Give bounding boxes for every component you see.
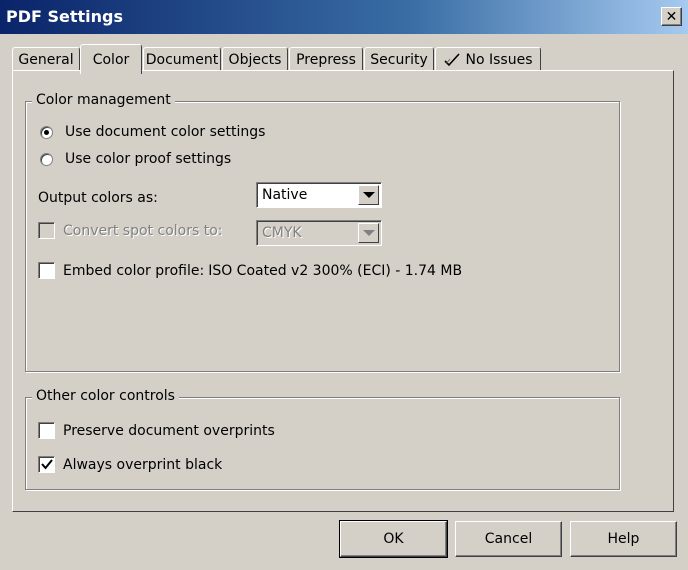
output-colors-select[interactable]: Native (256, 182, 382, 208)
color-management-group: Color management Use document color sett… (25, 92, 620, 372)
embed-color-profile-checkbox[interactable]: Embed color profile: ISO Coated v2 300% … (38, 262, 462, 279)
help-button[interactable]: Help (570, 521, 677, 557)
chevron-down-icon[interactable] (358, 185, 379, 205)
chevron-down-icon[interactable] (358, 223, 379, 243)
tab-security[interactable]: Security (364, 47, 434, 71)
radio-use-color-proof[interactable]: Use color proof settings (40, 151, 231, 167)
cancel-button[interactable]: Cancel (455, 521, 562, 557)
checkbox-indicator[interactable] (38, 456, 55, 473)
tab-document[interactable]: Document (143, 47, 221, 71)
tab-prepress[interactable]: Prepress (289, 47, 363, 71)
radio-use-document-color[interactable]: Use document color settings (40, 124, 265, 140)
title-bar[interactable]: PDF Settings ✕ (0, 0, 688, 34)
checkbox-indicator[interactable] (38, 422, 55, 439)
convert-spot-colors-checkbox[interactable]: Convert spot colors to: (38, 222, 222, 239)
close-icon: ✕ (665, 8, 678, 25)
radio-indicator[interactable] (40, 125, 53, 139)
tab-color[interactable]: Color (80, 44, 142, 74)
checkbox-indicator[interactable] (38, 222, 55, 239)
checkmark-icon (443, 52, 460, 66)
radio-indicator[interactable] (40, 152, 53, 166)
group-legend: Color management (32, 92, 175, 108)
other-color-controls-group: Other color controls Preserve document o… (25, 388, 620, 490)
group-legend: Other color controls (32, 388, 179, 404)
color-tab-panel: Color management Use document color sett… (12, 70, 674, 512)
window-title: PDF Settings (6, 7, 124, 26)
spot-colors-select[interactable]: CMYK (256, 220, 382, 246)
tab-general[interactable]: General (12, 47, 80, 71)
output-colors-label: Output colors as: (38, 190, 158, 206)
ok-button[interactable]: OK (339, 520, 448, 558)
checkbox-indicator[interactable] (38, 262, 55, 279)
embedded-profile-name: ISO Coated v2 300% (ECI) - 1.74 MB (208, 262, 463, 279)
tab-objects[interactable]: Objects (222, 47, 288, 71)
preserve-overprints-checkbox[interactable]: Preserve document overprints (38, 422, 275, 439)
tab-no-issues[interactable]: No Issues (435, 47, 541, 71)
close-button[interactable]: ✕ (661, 7, 682, 26)
checkmark-icon (40, 459, 53, 470)
always-overprint-black-checkbox[interactable]: Always overprint black (38, 456, 222, 473)
